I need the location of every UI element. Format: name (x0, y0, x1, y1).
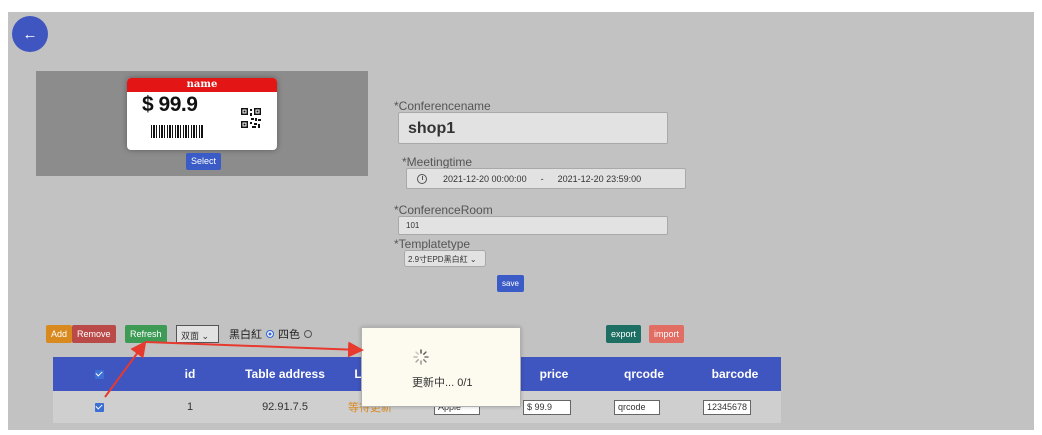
display-mode-select[interactable]: 双面 ⌄ (176, 325, 219, 343)
row-qrcode-input[interactable]: qrcode (614, 399, 660, 415)
page: ← name $ 99.9 Select *Conferencename sho… (0, 0, 1042, 435)
end-time-value: 2021-12-20 23:59:00 (557, 173, 642, 184)
checkbox-icon (94, 369, 104, 379)
tag-header: name (127, 78, 277, 92)
select-template-button[interactable]: Select (186, 153, 222, 170)
start-time-value: 2021-12-20 00:00:00 (443, 173, 527, 184)
meeting-time-range-picker[interactable]: 2021-12-20 00:00:00 - 2021-12-20 23:59:0… (406, 168, 686, 189)
chevron-down-icon: ⌄ (469, 255, 477, 264)
header-table-address: Table address (245, 367, 325, 381)
conference-room-input[interactable]: 101 (398, 216, 668, 235)
import-button[interactable]: import (649, 325, 685, 343)
header-qrcode: qrcode (623, 367, 664, 381)
conference-name-input[interactable]: shop1 (398, 112, 668, 144)
row-checkbox[interactable] (53, 391, 145, 423)
clock-icon (417, 173, 427, 184)
qrcode-icon (240, 107, 262, 129)
export-button[interactable]: export (606, 325, 642, 343)
loading-dialog: 更新中... 0/1 (361, 327, 521, 407)
row-id: 1 (186, 401, 194, 413)
checkbox-icon (94, 402, 104, 412)
range-separator: - (540, 173, 544, 184)
tag-price: $ 99.9 (142, 93, 198, 116)
meeting-time-label: *Meetingtime (402, 155, 473, 169)
back-button[interactable]: ← (12, 16, 48, 52)
add-button[interactable]: Add (46, 325, 73, 343)
template-type-value: 2.9寸EPD黑白紅 (408, 255, 468, 264)
display-mode-value: 双面 (181, 331, 200, 341)
barcode-icon (151, 125, 203, 138)
radio-label-bwr: 黑白紅 (229, 329, 262, 341)
conference-room-label: *ConferenceRoom (394, 203, 493, 217)
conference-name-label: *Conferencename (394, 99, 491, 113)
price-tag-preview: name $ 99.9 (127, 78, 277, 150)
color-mode-radio-group: 黑白紅 四色 (229, 326, 312, 342)
header-select-all[interactable] (53, 357, 145, 391)
row-table-address: 92.91.7.5 (262, 401, 308, 413)
radio-label-four-color: 四色 (278, 329, 300, 341)
header-id: id (184, 367, 196, 381)
chevron-down-icon: ⌄ (201, 331, 210, 341)
arrow-left-icon: ← (22, 25, 38, 43)
refresh-button[interactable]: Refresh (125, 325, 167, 343)
header-price: price (539, 367, 569, 381)
save-button[interactable]: save (497, 275, 524, 292)
template-type-label: *Templatetype (394, 237, 471, 251)
spinner-icon (413, 349, 429, 365)
template-type-select[interactable]: 2.9寸EPD黑白紅 ⌄ (404, 250, 486, 267)
remove-button[interactable]: Remove (72, 325, 116, 343)
row-barcode-input[interactable]: 12345678 (703, 399, 751, 415)
row-price-input[interactable]: $ 99.9 (523, 399, 571, 415)
header-barcode: barcode (711, 367, 759, 381)
loading-status-text: 更新中... 0/1 (412, 377, 473, 389)
radio-four-color[interactable] (304, 330, 312, 338)
radio-bwr[interactable] (266, 330, 274, 338)
